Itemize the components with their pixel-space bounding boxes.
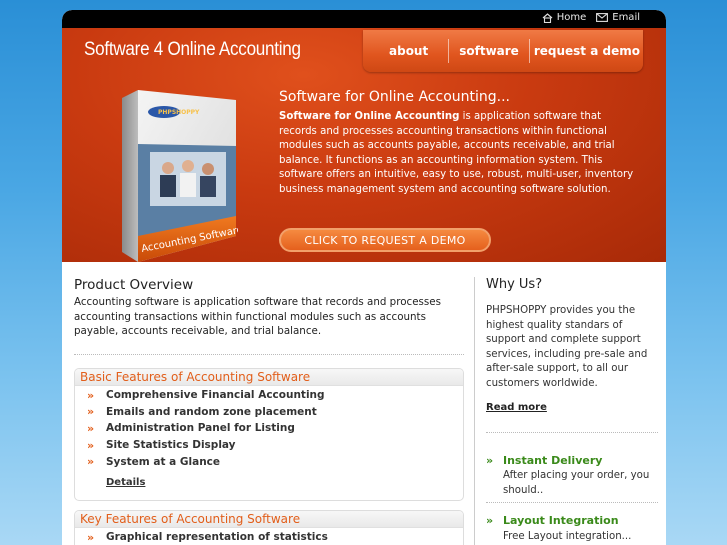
instant-delivery-heading[interactable]: » Instant Delivery — [486, 454, 602, 467]
chevron-right-icon: » — [86, 530, 95, 544]
divider — [486, 502, 658, 503]
layout-integration-heading[interactable]: » Layout Integration — [486, 514, 619, 527]
main-content: Product Overview Accounting software is … — [62, 262, 666, 545]
main-nav: about software request a demo — [363, 30, 643, 72]
hero-title: Software for Online Accounting... — [279, 89, 510, 105]
product-box-image: PHPSHOPPY Accounting Software — [120, 86, 244, 266]
nav-item-about[interactable]: about — [363, 30, 448, 72]
hero-description-rest: is application software that records and… — [279, 111, 634, 195]
key-features-list: » Graphical representation of statistics — [75, 528, 463, 545]
key-features-title: Key Features of Accounting Software — [75, 511, 463, 528]
envelope-icon — [596, 13, 609, 22]
basic-features-list: » Comprehensive Financial Accounting » Ema… — [75, 386, 463, 491]
email-link-label: Email — [612, 12, 640, 23]
instant-delivery-text: After placing your order, you should.. — [503, 470, 650, 496]
overview-title: Product Overview — [74, 277, 194, 293]
list-item: » Site Statistics Display — [75, 437, 463, 454]
basic-features-panel: Basic Features of Accounting Software » C… — [74, 368, 464, 501]
nav-item-request-demo[interactable]: request a demo — [530, 30, 640, 72]
home-link-label: Home — [556, 12, 587, 23]
chevron-right-icon: » — [486, 514, 494, 527]
list-item: » Comprehensive Financial Accounting — [75, 387, 463, 404]
chevron-right-icon: » — [86, 455, 95, 469]
request-demo-button[interactable]: CLICK TO REQUEST A DEMO — [279, 228, 491, 252]
nav-item-software[interactable]: software — [449, 30, 529, 72]
why-us-title: Why Us? — [486, 277, 543, 292]
chevron-right-icon: » — [486, 454, 494, 467]
top-links: Home Email — [542, 12, 640, 23]
home-icon — [542, 12, 553, 23]
chevron-right-icon: » — [86, 405, 95, 419]
chevron-right-icon: » — [86, 421, 95, 435]
overview-text: Accounting software is application softw… — [74, 296, 441, 337]
list-item: » Administration Panel for Listing — [75, 420, 463, 437]
read-more-link[interactable]: Read more — [486, 402, 547, 413]
layout-integration-text: Free Layout integration... — [503, 531, 632, 542]
list-item: » Emails and random zone placement — [75, 404, 463, 421]
top-bar: Home Email — [62, 10, 666, 28]
chevron-right-icon: » — [86, 438, 95, 452]
hero-description-bold: Software for Online Accounting — [279, 111, 460, 122]
column-divider — [474, 277, 475, 545]
divider — [74, 354, 464, 355]
hero-description: Software for Online Accounting is applic… — [279, 110, 635, 197]
list-item: » System at a Glance — [75, 453, 463, 470]
home-link[interactable]: Home — [542, 12, 587, 23]
details-link[interactable]: Details — [106, 475, 145, 491]
key-features-panel: Key Features of Accounting Software » Gra… — [74, 510, 464, 545]
divider — [486, 432, 658, 433]
box-logo-text: PHPSHOPPY — [158, 109, 200, 116]
email-link[interactable]: Email — [596, 12, 640, 23]
site-title: Software 4 Online Accounting — [84, 39, 301, 60]
basic-features-title: Basic Features of Accounting Software — [75, 369, 463, 386]
list-item: » Graphical representation of statistics — [75, 529, 463, 545]
header-banner: Software 4 Online Accounting about softw… — [62, 28, 666, 262]
why-us-text: PHPSHOPPY provides you the highest quali… — [486, 305, 648, 389]
page-container: Home Email Software 4 Online Accounting … — [62, 10, 666, 545]
chevron-right-icon: » — [86, 388, 95, 402]
